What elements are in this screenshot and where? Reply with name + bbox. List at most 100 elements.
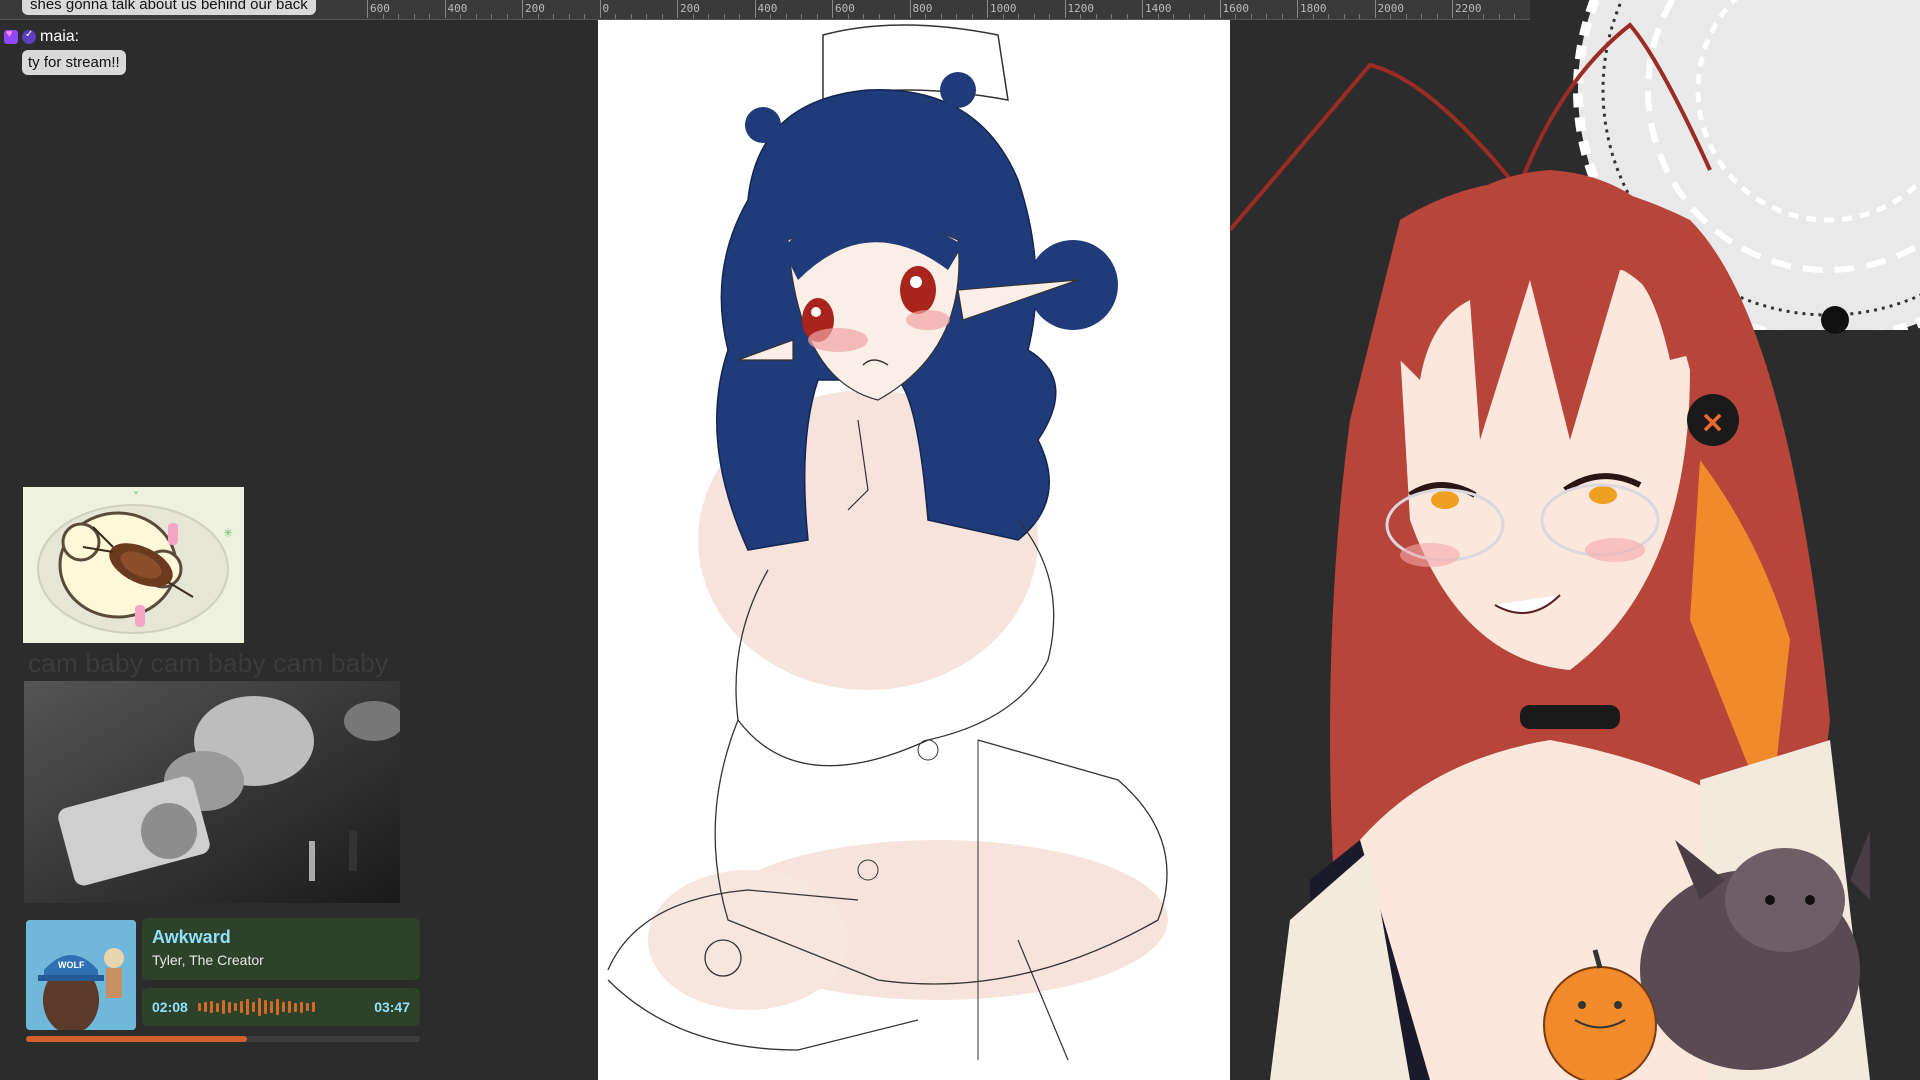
ruler-minor-tick [1343,14,1345,19]
ruler-minor-tick [1111,14,1112,19]
ruler-minor-tick [971,14,973,19]
ruler-minor-tick [1235,14,1236,19]
ruler-minor-tick [1483,14,1484,19]
vtuber-avatar: × [1230,20,1920,1080]
ruler-minor-tick [1002,14,1004,19]
ruler-minor-tick [692,14,694,19]
waveform-visualizer [197,997,364,1017]
waveform-bar [257,998,261,1016]
chat-message-bubble: shes gonna talk about us behind our back [22,0,316,15]
ruler-minor-tick [1204,14,1205,19]
ruler-minor-tick [723,14,725,19]
ruler-minor-tick [801,14,802,19]
ruler-minor-tick [770,14,771,19]
song-artist: Tyler, The Creator [152,952,264,968]
waveform-bar [209,1001,213,1013]
ruler-minor-tick [429,14,430,19]
ruler-minor-tick [413,14,415,19]
svg-text:✳: ✳ [223,526,233,540]
ruler-minor-tick [506,14,508,19]
song-title: Awkward [152,927,231,947]
waveform-bar [227,1001,231,1013]
song-info-panel: Awkward Tyler, The Creator [142,918,420,980]
ruler-minor-tick [1018,14,1019,19]
ruler-minor-tick [708,14,709,19]
ruler-minor-tick [847,14,849,19]
ruler-minor-tick [1436,14,1438,19]
ruler-minor-tick [1281,14,1283,19]
ruler-minor-tick [661,14,663,19]
heart-badge-icon [4,28,18,44]
playback-progress-bar [26,1036,420,1042]
waveform-bar [197,1003,201,1011]
ruler-minor-tick [1033,14,1035,19]
waveform-bar [215,1002,219,1012]
now-playing-widget: WOLF Awkward Tyler, The Creator 02:08 03… [26,918,420,1043]
playback-progress-fill [26,1036,247,1042]
waveform-bar [245,999,249,1015]
album-art-text: WOLF [58,960,85,970]
chat-username: maia: [40,28,80,45]
ruler-minor-tick [1514,14,1515,19]
svg-text:×: × [1700,405,1725,440]
ruler-label: 600 [370,2,390,15]
ruler-minor-tick [1405,14,1407,19]
ruler-label: 800 [912,2,933,15]
waveform-bar [203,1002,207,1012]
ruler-minor-tick [925,14,926,19]
ruler-label: 200 [680,2,700,15]
ruler-minor-tick [615,14,616,19]
ruler-minor-tick [1390,14,1391,19]
ruler-minor-tick [646,14,647,19]
bug-sticker-image: ˅ ✳ [23,487,244,643]
ruler-minor-tick [537,14,539,19]
total-duration: 03:47 [374,999,410,1015]
elapsed-time: 02:08 [152,999,188,1015]
waveform-bar [299,1001,303,1013]
ruler-minor-tick [1467,14,1469,19]
waveform-bar [287,1001,291,1013]
ruler-minor-tick [1250,14,1252,19]
waveform-bar [251,1002,255,1012]
album-art-image: WOLF [26,920,136,1030]
playback-time-panel: 02:08 03:47 [142,988,420,1026]
ruler-minor-tick [630,14,632,19]
waveform-bar [269,1001,273,1013]
ruler-label: 600 [835,2,855,15]
waveform-bar [233,1003,237,1011]
waveform-bar [305,1003,309,1011]
ruler-minor-tick [568,14,570,19]
ruler-minor-tick [491,14,492,19]
waveform-bar [263,1000,267,1014]
verified-badge-icon [22,29,36,44]
ruler-minor-tick [739,14,740,19]
ruler-minor-tick [460,14,461,19]
ruler-minor-tick [475,14,477,19]
ruler-minor-tick [956,14,957,19]
chat-username-row: maia: [4,28,79,46]
ruler-minor-tick [1126,14,1128,19]
ruler-minor-tick [382,14,384,19]
ruler-label: 400 [447,2,468,15]
ruler-label: 200 [525,2,545,15]
ruler-minor-tick [1359,14,1360,19]
ruler-minor-tick [1095,14,1097,19]
ruler-minor-tick [553,14,554,19]
ruler-minor-tick [894,14,895,19]
ruler-minor-tick [1173,14,1174,19]
waveform-bar [239,1001,243,1013]
ruler-minor-tick [1421,14,1422,19]
waveform-bar [293,1002,297,1012]
svg-text:˅: ˅ [133,490,139,504]
ruler-minor-tick [1498,14,1500,19]
drawing-canvas[interactable] [598,20,1230,1080]
waveform-bar [221,1000,225,1014]
ruler-minor-tick [1049,14,1050,19]
ruler-minor-tick [1157,14,1159,19]
ruler-minor-tick [1328,14,1329,19]
chat-message-bubble: ty for stream!! [22,50,126,75]
ruler-label: 0 [602,2,610,15]
ruler-minor-tick [878,14,880,19]
ruler-minor-tick [1266,14,1267,19]
ruler-minor-tick [785,14,787,19]
